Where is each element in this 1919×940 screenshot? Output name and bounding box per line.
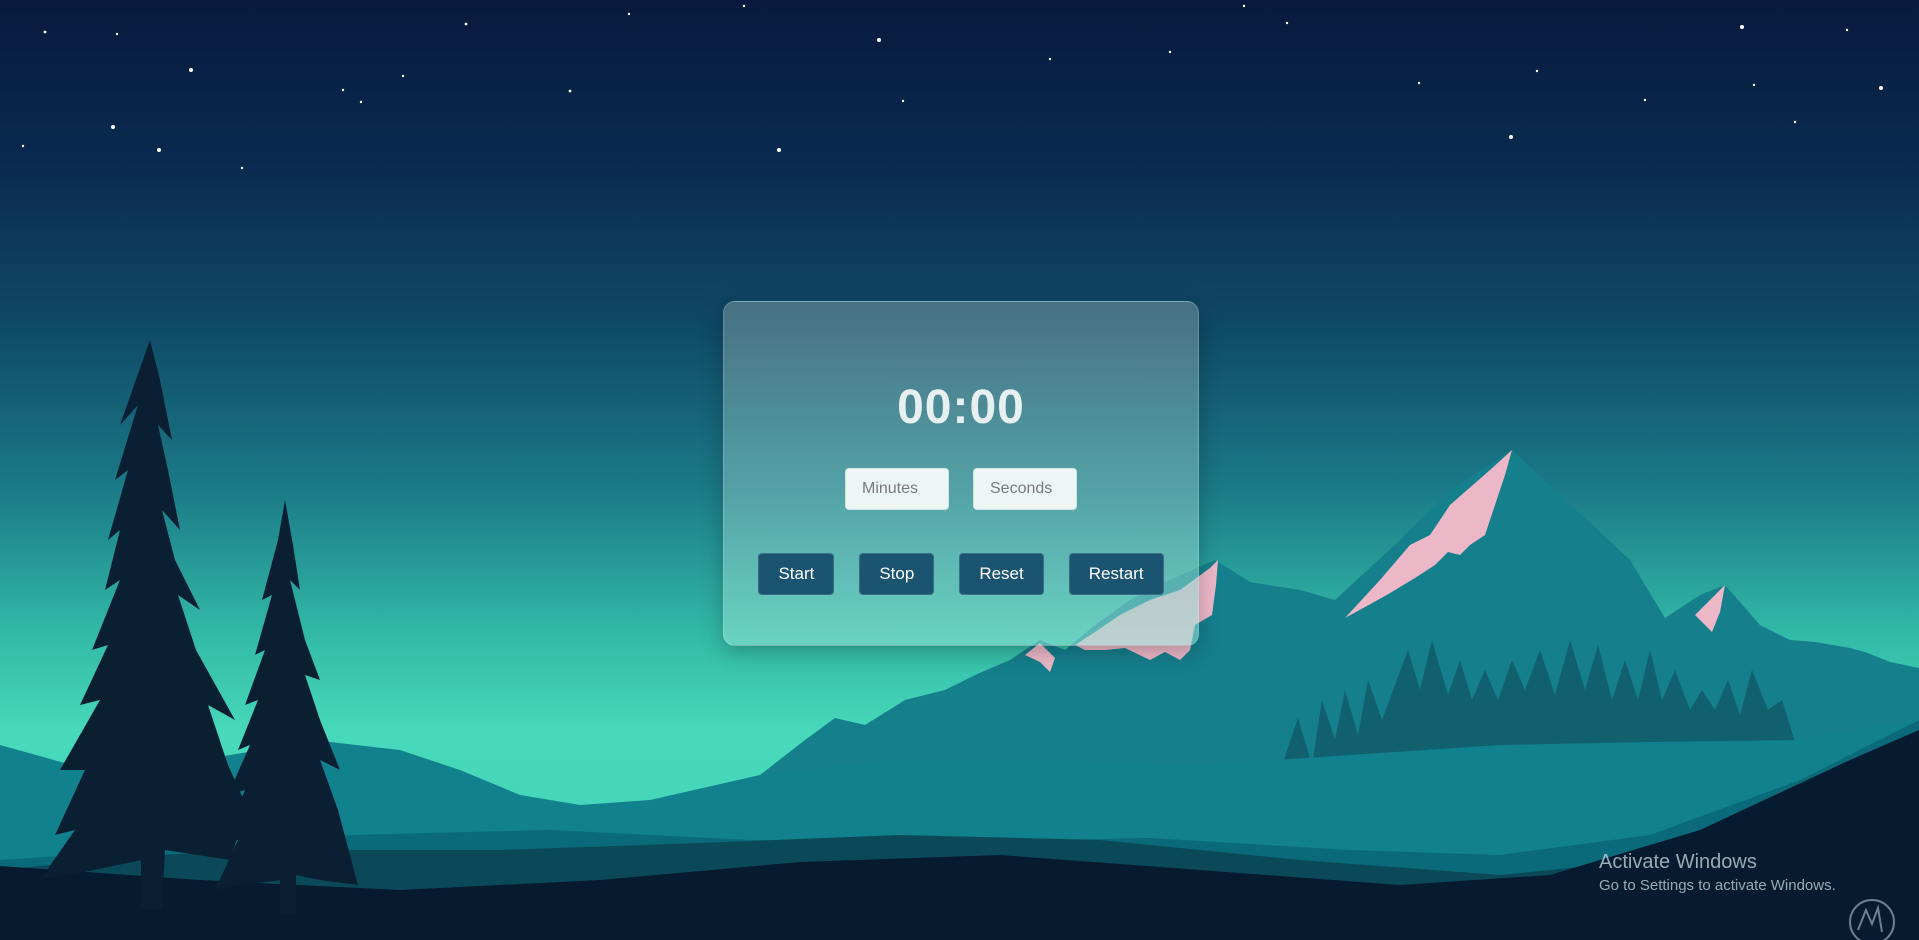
timer-panel: 00:00 Start Stop Reset Restart [723,301,1199,646]
signature-logo-icon [1849,899,1895,940]
time-display: 00:00 [897,381,1025,434]
pine-tree-small [215,500,358,915]
minutes-input[interactable] [845,468,949,510]
start-button[interactable]: Start [758,553,835,595]
pine-tree-large [40,340,262,910]
tree-trunk-1 [141,850,163,910]
tree-trunk-2 [280,875,296,915]
stop-button[interactable]: Stop [859,553,935,595]
restart-button[interactable]: Restart [1068,553,1164,595]
stars [21,4,1883,170]
activate-windows-watermark: Activate Windows Go to Settings to activ… [1599,850,1836,896]
timer-controls: Start Stop Reset Restart [724,553,1198,595]
watermark-title: Activate Windows [1599,851,1757,873]
reset-button[interactable]: Reset [959,553,1044,595]
seconds-input[interactable] [973,468,1077,510]
watermark-subtitle: Go to Settings to activate Windows. [1599,877,1836,894]
time-inputs [724,468,1198,510]
